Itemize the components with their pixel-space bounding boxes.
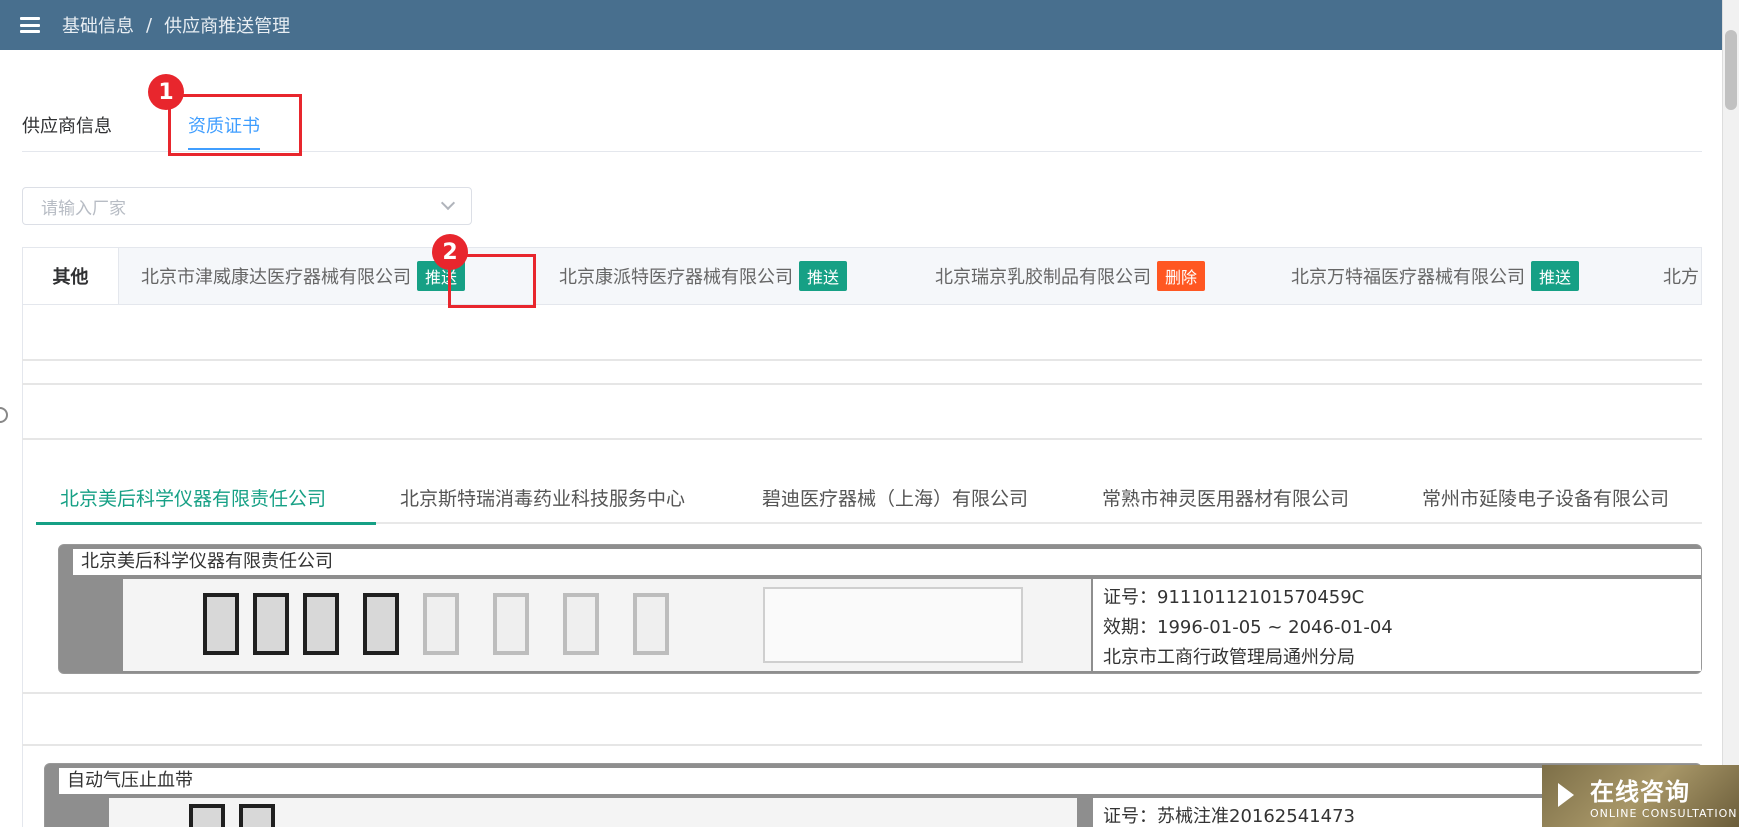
divider <box>22 359 1702 361</box>
chevron-down-icon <box>440 195 456 211</box>
consult-label-en: ONLINE CONSULTATION <box>1590 807 1738 820</box>
breadcrumb-item-supplier-push: 供应商推送管理 <box>164 16 291 37</box>
vendor-tab-label: 北京市津威康达医疗器械有限公司 <box>141 267 411 288</box>
mfr-tab-yanling[interactable]: 常州市延陵电子设备有限公司 <box>1422 484 1669 511</box>
annotation-marker-2: 2 <box>432 234 468 270</box>
manufacturer-select[interactable]: 请输入厂家 <box>22 187 472 225</box>
vendor-tab-label: 北京瑞京乳胶制品有限公司 <box>935 267 1151 288</box>
certificate-image[interactable] <box>123 579 1091 671</box>
active-tab-underline <box>36 522 376 525</box>
breadcrumb-item-basic-info[interactable]: 基础信息 <box>62 12 134 38</box>
cert-issuer: 北京市工商行政管理局通州分局 <box>1103 647 1355 668</box>
mfr-tab-shenling[interactable]: 常熟市神灵医用器材有限公司 <box>1102 484 1349 511</box>
mfr-tab-bidi[interactable]: 碧迪医疗器械（上海）有限公司 <box>762 484 1028 511</box>
cert-number: 证号：91110112101570459C <box>1103 587 1365 608</box>
vendor-tab-wantefu[interactable]: 北京万特福医疗器械有限公司 推送 <box>1291 248 1580 304</box>
card-title: 北京美后科学仪器有限责任公司 <box>73 549 1701 575</box>
divider <box>22 744 1702 746</box>
vendor-tab-label: 其他 <box>52 267 89 288</box>
top-bar: 基础信息 / 供应商推送管理 <box>0 0 1739 50</box>
certificate-image[interactable] <box>109 798 1077 827</box>
breadcrumb-separator: / <box>146 14 153 36</box>
delete-button[interactable]: 删除 <box>1157 261 1206 291</box>
certificate-card: 自动气压止血带 证号：苏械注准20162541473 <box>44 763 1702 827</box>
online-consultation-button[interactable]: 在线咨询 ONLINE CONSULTATION <box>1542 765 1739 827</box>
divider <box>22 438 1702 440</box>
vendor-tab-label: 北京万特福医疗器械有限公司 <box>1291 267 1525 288</box>
vendor-tab-label: 北京康派特医疗器械有限公司 <box>559 267 793 288</box>
vendor-tab-label: 北方 <box>1663 267 1699 288</box>
mfr-tab-meihou[interactable]: 北京美后科学仪器有限责任公司 <box>60 484 326 511</box>
vendor-tab-kangpaite[interactable]: 北京康派特医疗器械有限公司 推送 <box>559 248 848 304</box>
annotation-box-1 <box>168 94 302 156</box>
vendor-tab-other[interactable]: 其他 <box>23 248 119 304</box>
certificate-card: 北京美后科学仪器有限责任公司 证号：91110112101570459C 效期：… <box>58 544 1702 674</box>
card-title: 自动气压止血带 <box>59 768 1701 794</box>
cert-validity: 效期：1996-01-05 ~ 2046-01-04 <box>1103 617 1393 638</box>
vendor-tab-jinweikangda[interactable]: 北京市津威康达医疗器械有限公司 推送 <box>141 248 466 304</box>
vendor-tabs: 其他 北京市津威康达医疗器械有限公司 推送 北京康派特医疗器械有限公司 推送 北… <box>22 247 1702 305</box>
certificate-info: 证号：91110112101570459C 效期：1996-01-05 ~ 20… <box>1093 579 1701 671</box>
arrow-icon <box>1558 783 1574 807</box>
scrollbar-thumb[interactable] <box>1725 30 1737 110</box>
mfr-tab-sterui[interactable]: 北京斯特瑞消毒药业科技服务中心 <box>400 484 685 511</box>
divider <box>22 692 1702 694</box>
consult-label: 在线咨询 <box>1590 778 1690 806</box>
hamburger-menu-icon[interactable] <box>20 17 40 33</box>
vendor-tab-ruijing[interactable]: 北京瑞京乳胶制品有限公司 删除 <box>935 248 1206 304</box>
push-button[interactable]: 推送 <box>1531 261 1580 291</box>
divider <box>22 383 1702 385</box>
annotation-marker-1: 1 <box>148 74 184 110</box>
vertical-scrollbar[interactable] <box>1722 0 1739 827</box>
side-circle-icon[interactable] <box>0 407 8 423</box>
push-button[interactable]: 推送 <box>799 261 848 291</box>
tab-supplier-info[interactable]: 供应商信息 <box>22 112 112 148</box>
vendor-tab-truncated[interactable]: 北方 <box>1663 248 1699 304</box>
manufacturer-select-placeholder: 请输入厂家 <box>41 198 126 219</box>
manufacturer-tabs: 北京美后科学仪器有限责任公司 北京斯特瑞消毒药业科技服务中心 碧迪医疗器械（上海… <box>36 474 1702 525</box>
